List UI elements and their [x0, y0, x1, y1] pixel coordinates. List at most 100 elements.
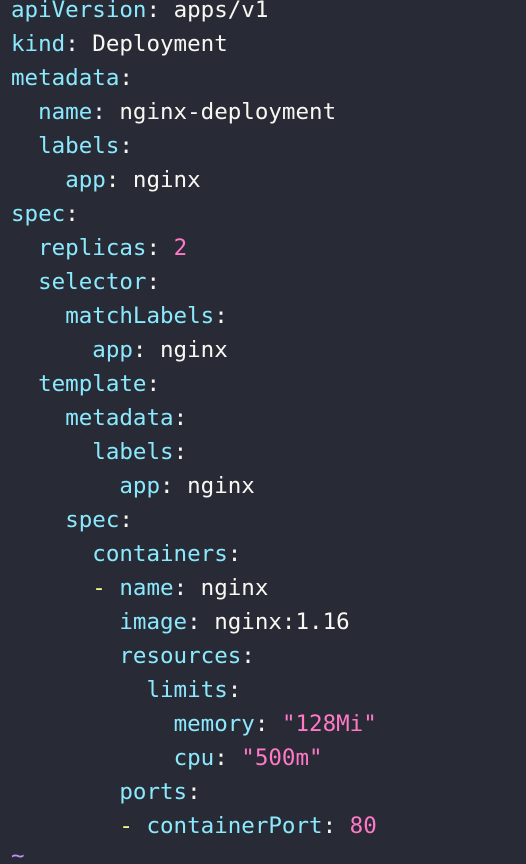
code-line[interactable]: template:: [11, 367, 377, 401]
code-line[interactable]: image: nginx:1.16: [11, 605, 377, 639]
key-colon: :: [187, 609, 201, 635]
code-line[interactable]: apiVersion: apps/v1: [11, 0, 377, 27]
yaml-value: nginx:1.16: [214, 609, 350, 635]
key-colon: :: [119, 65, 133, 91]
yaml-value: 2: [173, 235, 188, 261]
yaml-key: ports: [119, 779, 188, 805]
value-space: [174, 473, 188, 499]
key-colon: :: [160, 473, 174, 499]
code-line[interactable]: - containerPort: 80: [11, 809, 377, 843]
key-colon: :: [105, 167, 120, 193]
key-colon: :: [146, 235, 161, 261]
code-line[interactable]: metadata:: [11, 61, 377, 95]
key-colon: :: [227, 677, 242, 703]
code-editor[interactable]: apiVersion: apps/v1 kind: Deployment metad…: [0, 0, 526, 864]
key-colon: :: [65, 31, 79, 57]
key-colon: :: [146, 371, 161, 397]
yaml-key: kind: [11, 31, 66, 57]
value-space: [160, 235, 174, 261]
code-line[interactable]: replicas: 2: [11, 231, 377, 265]
yaml-key: app: [92, 337, 133, 363]
key-colon: :: [132, 337, 147, 363]
yaml-key: spec: [65, 507, 120, 533]
code-line[interactable]: ports:: [11, 775, 377, 809]
yaml-key: matchLabels: [65, 303, 215, 329]
code-line[interactable]: app: nginx: [11, 333, 377, 367]
yaml-value: "128Mi": [281, 711, 377, 737]
code-line[interactable]: resources:: [11, 639, 377, 673]
yaml-key: app: [65, 167, 106, 193]
key-colon: :: [214, 303, 228, 329]
key-colon: :: [119, 133, 133, 159]
code-line[interactable]: metadata:: [11, 401, 377, 435]
code-line[interactable]: spec:: [11, 197, 377, 231]
code-line[interactable]: matchLabels:: [11, 299, 377, 333]
code-line[interactable]: kind: Deployment: [11, 27, 377, 61]
yaml-key: app: [119, 473, 161, 499]
list-dash: -: [119, 813, 147, 839]
yaml-key: labels: [92, 439, 174, 465]
key-colon: :: [254, 711, 269, 737]
value-space: [228, 745, 242, 771]
yaml-key: image: [119, 609, 188, 635]
code-line[interactable]: labels:: [11, 129, 377, 163]
code-line[interactable]: selector:: [11, 265, 377, 299]
code-line[interactable]: app: nginx: [11, 469, 377, 503]
value-space: [336, 813, 350, 839]
key-colon: :: [173, 405, 188, 431]
yaml-value: "500m": [241, 745, 323, 771]
yaml-key: metadata: [65, 405, 174, 431]
code-line[interactable]: memory: "128Mi": [11, 707, 377, 741]
yaml-key: containers: [92, 541, 228, 567]
yaml-value: Deployment: [92, 31, 228, 57]
value-space: [106, 99, 120, 125]
code-line[interactable]: app: nginx: [11, 163, 377, 197]
key-colon: :: [65, 201, 79, 227]
code-line[interactable]: containers:: [11, 537, 377, 571]
yaml-value: nginx-deployment: [119, 99, 337, 125]
yaml-key: limits: [146, 677, 228, 703]
key-colon: :: [227, 541, 242, 567]
key-colon: :: [187, 779, 201, 805]
yaml-key: memory: [173, 711, 255, 737]
yaml-key: selector: [38, 269, 147, 295]
value-space: [187, 575, 201, 601]
code-line[interactable]: spec:: [11, 503, 377, 537]
key-colon: :: [146, 269, 161, 295]
key-colon: :: [146, 0, 161, 23]
value-space: [146, 337, 160, 363]
yaml-code-block[interactable]: apiVersion: apps/v1 kind: Deployment metad…: [11, 0, 377, 843]
yaml-key: metadata: [11, 65, 120, 91]
code-line[interactable]: name: nginx-deployment: [11, 95, 377, 129]
key-colon: :: [322, 813, 337, 839]
value-space: [268, 711, 282, 737]
yaml-value: nginx: [200, 575, 269, 601]
value-space: [201, 609, 215, 635]
yaml-key: spec: [11, 201, 66, 227]
key-colon: :: [119, 507, 133, 533]
code-line[interactable]: cpu: "500m": [11, 741, 377, 775]
code-line[interactable]: - name: nginx: [11, 571, 377, 605]
yaml-key: name: [38, 99, 93, 125]
code-line[interactable]: labels:: [11, 435, 377, 469]
yaml-value: 80: [349, 813, 377, 839]
code-line[interactable]: limits:: [11, 673, 377, 707]
